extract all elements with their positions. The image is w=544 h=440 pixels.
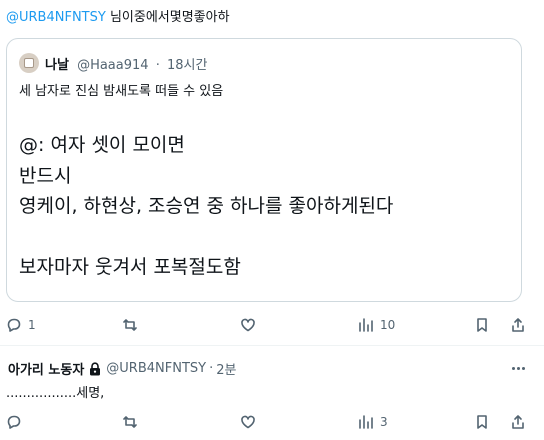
- reply-context-text: @URB4NFNTSY 님이중에서몇명좋아하: [6, 6, 230, 25]
- quoted-handle[interactable]: @Haaa914: [77, 58, 149, 73]
- more-dot: [511, 366, 515, 370]
- quoted-body-line: 영케이, 하현상, 조승연 중 하나를 좋아하게된다: [19, 195, 394, 217]
- bookmark-icon: [477, 318, 487, 332]
- views-button[interactable]: 3: [358, 414, 388, 430]
- reply-timestamp[interactable]: 2분: [216, 359, 236, 378]
- more-dot: [516, 366, 520, 370]
- mention-link[interactable]: @URB4NFNTSY: [6, 10, 106, 25]
- retweet-icon: [123, 319, 137, 331]
- lock-icon: [90, 361, 101, 375]
- reply-separator: ·: [209, 361, 214, 376]
- quoted-tweet-card[interactable]: 나날 @Haaa914 · 18시간 세 남자로 진심 밤새도록 떠들 수 있음…: [6, 38, 522, 302]
- quoted-display-name[interactable]: 나날: [45, 58, 69, 73]
- quoted-separator: ·: [155, 58, 160, 73]
- quoted-body-line: 보자마자 웃겨서 포복절도함: [19, 256, 241, 278]
- bookmark-button[interactable]: [474, 414, 490, 430]
- more-options-button[interactable]: [506, 362, 530, 374]
- share-button[interactable]: [510, 317, 526, 333]
- retweet-button[interactable]: [122, 414, 144, 430]
- share-icon: [512, 318, 524, 332]
- like-button[interactable]: [240, 414, 262, 430]
- reply-tweet-text: .................세명,: [6, 386, 105, 401]
- more-dot: [521, 366, 525, 370]
- reply-button[interactable]: 1: [6, 317, 36, 333]
- quoted-avatar[interactable]: [19, 53, 39, 73]
- quoted-body-line: 반드시: [19, 164, 72, 187]
- reply-context-body: 님이중에서몇명좋아하: [109, 10, 230, 25]
- reply-button[interactable]: [6, 414, 28, 430]
- bookmark-button[interactable]: [474, 317, 490, 333]
- views-icon: [359, 318, 373, 332]
- share-button[interactable]: [510, 414, 526, 430]
- views-button[interactable]: 10: [358, 317, 395, 333]
- like-button[interactable]: [240, 317, 262, 333]
- quoted-tweet-body: @: 여자 셋이 모이면 반드시 영케이, 하현상, 조승연 중 하나를 좋아하…: [19, 130, 393, 283]
- quoted-tweet-header: 나날 @Haaa914 · 18시간: [45, 54, 207, 73]
- heart-icon: [241, 318, 255, 332]
- reply-display-name[interactable]: 아가리 노동자: [8, 359, 84, 378]
- reply-handle[interactable]: @URB4NFNTSY: [106, 361, 206, 376]
- share-icon: [512, 415, 524, 429]
- views-count: 3: [380, 415, 388, 429]
- reply-icon: [7, 318, 21, 332]
- divider: [0, 345, 544, 346]
- reply-tweet-header: 아가리 노동자 @URB4NFNTSY · 2분: [8, 359, 236, 378]
- bookmark-icon: [477, 415, 487, 429]
- views-count: 10: [380, 318, 396, 332]
- reply-count: 1: [28, 318, 36, 332]
- reply-icon: [7, 415, 21, 429]
- quoted-tweet-text: 세 남자로 진심 밤새도록 떠들 수 있음: [19, 84, 224, 99]
- heart-icon: [241, 415, 255, 429]
- views-icon: [359, 415, 373, 429]
- retweet-icon: [123, 416, 137, 428]
- quoted-timestamp[interactable]: 18시간: [167, 58, 207, 73]
- retweet-button[interactable]: [122, 317, 144, 333]
- quoted-body-line: @: 여자 셋이 모이면: [19, 134, 185, 156]
- quoted-body-line: [19, 222, 393, 253]
